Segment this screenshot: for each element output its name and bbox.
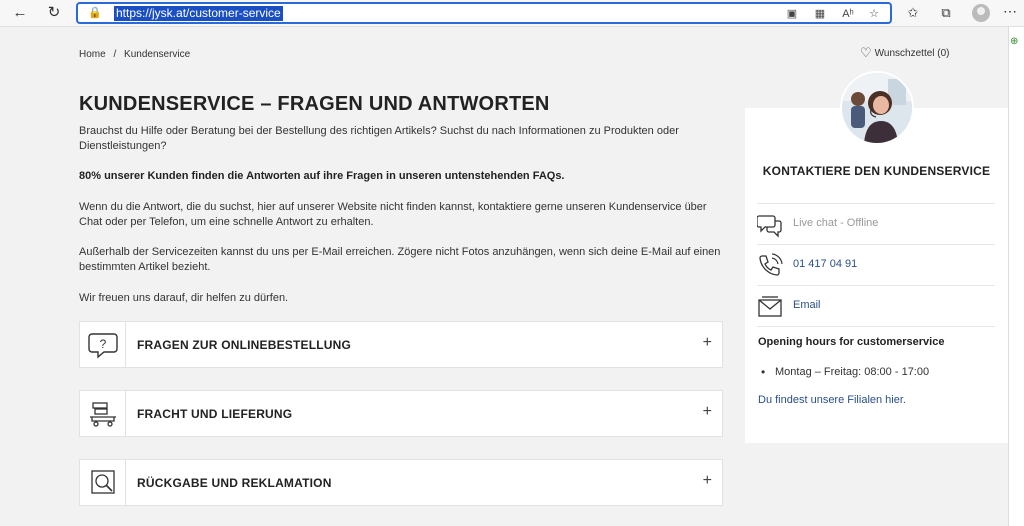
refresh-icon[interactable]: ↻ [44,4,64,22]
faq-online-order[interactable]: ? FRAGEN ZUR ONLINEBESTELLUNG + [79,321,723,368]
side-panel-add-icon[interactable]: ⊕ [1010,36,1022,48]
breadcrumb: Home / Kundenservice [79,49,195,60]
expand-plus-icon[interactable]: + [703,472,712,490]
email-link[interactable]: Email [793,299,821,311]
intro-text: Brauchst du Hilfe oder Beratung bei der … [79,125,679,152]
contact-divider [757,326,995,327]
email-row[interactable]: Email [757,285,995,326]
opening-hours-item: Montag – Freitag: 08:00 - 17:00 [761,365,929,379]
collections-icon[interactable]: ⧉ [937,4,955,22]
svg-text:?: ? [100,337,107,351]
breadcrumb-separator: / [113,49,117,60]
envelope-icon [758,296,782,317]
more-options-icon[interactable]: ⋯ [1000,3,1020,20]
delivery-cart-icon [80,391,126,436]
app-install-icon[interactable]: ▣ [784,7,800,21]
expand-plus-icon[interactable]: + [703,334,712,352]
faq-shipping-delivery[interactable]: FRACHT UND LIEFERUNG + [79,390,723,437]
profile-avatar[interactable] [972,4,990,22]
read-aloud-icon[interactable]: Aʰ [840,7,856,21]
customer-service-agent-avatar [840,71,914,145]
contact-card: KONTAKTIERE DEN KUNDENSERVICE Live chat … [745,108,1008,443]
qr-code-icon[interactable]: ▦ [812,7,828,21]
breadcrumb-current: Kundenservice [124,49,191,60]
chat-bubbles-icon [757,215,782,238]
heart-icon: ♡ [860,45,872,60]
page-content: Home / Kundenservice ♡ Wunschzettel (0) … [0,27,1008,526]
opening-hours-title: Opening hours for customerservice [758,336,945,348]
breadcrumb-home[interactable]: Home [79,49,106,60]
faq-highlight-text: 80% unserer Kunden finden die Antworten … [79,170,565,182]
wishlist-link[interactable]: ♡ Wunschzettel (0) [860,45,950,60]
favorite-star-icon[interactable]: ☆ [866,7,882,21]
back-arrow-icon[interactable]: ← [10,4,30,22]
expand-plus-icon[interactable]: + [703,403,712,421]
page-title: KUNDENSERVICE – FRAGEN UND ANTWORTEN [79,93,550,115]
live-chat-row[interactable]: Live chat - Offline [757,203,995,244]
question-bubble-icon: ? [80,322,126,367]
url-text[interactable]: https://jysk.at/customer-service [114,6,283,21]
faq-label: FRAGEN ZUR ONLINEBESTELLUNG [137,338,352,352]
favorites-icon[interactable]: ✩ [904,4,922,22]
phone-icon [759,253,783,276]
faq-returns-complaints[interactable]: RÜCKGABE UND REKLAMATION + [79,459,723,506]
phone-row[interactable]: 01 417 04 91 [757,244,995,285]
contact-info-text: Wenn du die Antwort, die du suchst, hier… [79,201,707,228]
address-bar[interactable]: 🔒 https://jysk.at/customer-service ▣ ▦ A… [76,2,892,24]
contact-card-title: KONTAKTIERE DEN KUNDENSERVICE [762,164,991,178]
lock-icon[interactable]: 🔒 [88,7,102,19]
find-stores-link[interactable]: Du findest unsere Filialen hier. [758,394,906,406]
return-inspect-icon [80,460,126,505]
wishlist-label: Wunschzettel (0) [874,47,950,59]
side-panel-edge [1008,27,1024,526]
phone-number-link[interactable]: 01 417 04 91 [793,258,857,270]
closing-text: Wir freuen uns darauf, dir helfen zu dür… [79,292,289,304]
email-info-text: Außerhalb der Servicezeiten kannst du un… [79,246,721,273]
browser-toolbar: ← ↻ 🔒 https://jysk.at/customer-service ▣… [0,0,1024,27]
live-chat-status[interactable]: Live chat - Offline [793,217,878,229]
faq-label: FRACHT UND LIEFERUNG [137,407,293,421]
faq-label: RÜCKGABE UND REKLAMATION [137,476,332,490]
